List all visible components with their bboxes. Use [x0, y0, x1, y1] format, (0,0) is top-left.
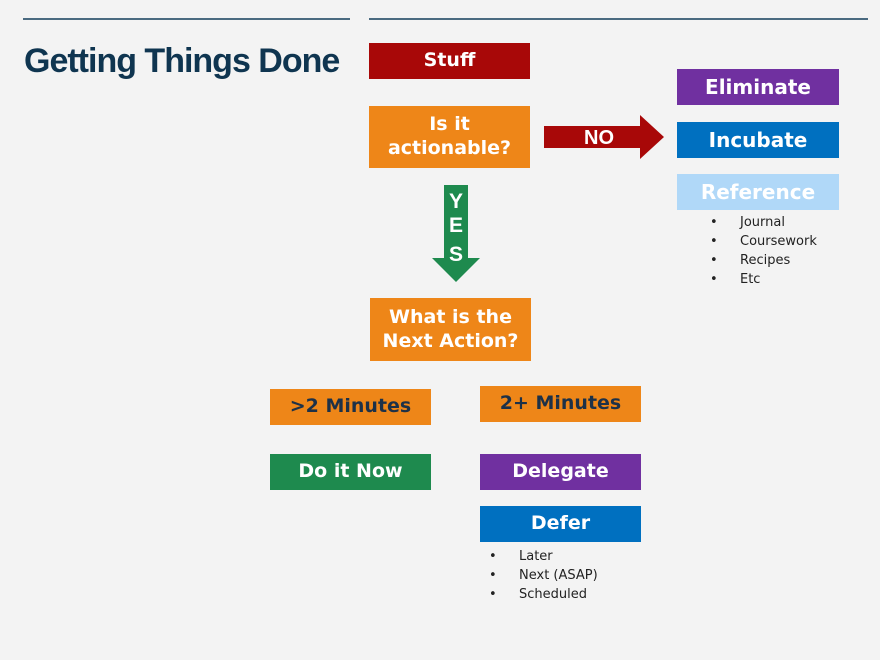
node-less-than-2-minutes: >2 Minutes	[270, 389, 431, 425]
node-is-actionable-line2: actionable?	[387, 137, 512, 159]
bullet-icon: •	[710, 272, 718, 287]
reference-list-item: • Etc	[710, 270, 817, 289]
node-stuff: Stuff	[369, 43, 530, 79]
node-incubate: Incubate	[677, 122, 839, 158]
node-reference: Reference	[677, 174, 839, 210]
node-is-actionable-line1: Is it	[429, 113, 470, 136]
bullet-icon: •	[710, 234, 718, 249]
reference-item-label: Recipes	[740, 253, 791, 268]
bullet-icon: •	[489, 568, 497, 583]
header-rule-left	[23, 18, 350, 20]
defer-item-label: Scheduled	[519, 587, 587, 602]
node-is-actionable: Is it actionable?	[369, 106, 530, 168]
node-do-it-now-label: Do it Now	[298, 460, 403, 483]
node-next-action-line2: Next Action?	[382, 329, 519, 352]
node-delegate: Delegate	[480, 454, 641, 490]
defer-list-item: • Later	[489, 547, 598, 566]
yes-arrow-letter-s: S	[449, 243, 463, 266]
reference-list-item: • Coursework	[710, 232, 817, 251]
yes-arrow-letter-y: Y	[449, 190, 463, 213]
reference-list: • Journal • Coursework • Recipes • Etc	[710, 213, 817, 289]
header-rule-right	[369, 18, 868, 20]
node-more-than-2-minutes: 2+ Minutes	[480, 386, 641, 422]
reference-item-label: Coursework	[740, 234, 817, 249]
yes-arrow: Y E S	[432, 185, 480, 282]
page-title: Getting Things Done	[24, 42, 340, 80]
defer-list: • Later • Next (ASAP) • Scheduled	[489, 547, 598, 604]
bullet-icon: •	[489, 549, 497, 564]
node-next-action: What is the Next Action?	[370, 298, 531, 361]
defer-list-item: • Next (ASAP)	[489, 566, 598, 585]
bullet-icon: •	[710, 215, 718, 230]
bullet-icon: •	[489, 587, 497, 602]
reference-list-item: • Recipes	[710, 251, 817, 270]
bullet-icon: •	[710, 253, 718, 268]
no-arrow-label: NO	[584, 127, 614, 149]
node-defer: Defer	[480, 506, 641, 542]
defer-item-label: Later	[519, 549, 553, 564]
node-next-action-line1: What is the	[389, 305, 512, 328]
yes-arrow-letter-e: E	[449, 214, 463, 237]
reference-list-item: • Journal	[710, 213, 817, 232]
node-defer-label: Defer	[530, 512, 591, 535]
reference-item-label: Journal	[740, 215, 785, 230]
node-more-than-2-minutes-label: 2+ Minutes	[499, 392, 622, 415]
node-reference-label: Reference	[700, 179, 816, 204]
node-do-it-now: Do it Now	[270, 454, 431, 490]
node-incubate-label: Incubate	[708, 127, 808, 152]
node-stuff-label: Stuff	[423, 49, 476, 72]
defer-item-label: Next (ASAP)	[519, 568, 598, 583]
no-arrow: NO	[544, 115, 664, 159]
node-delegate-label: Delegate	[512, 460, 609, 483]
node-eliminate: Eliminate	[677, 69, 839, 105]
node-less-than-2-minutes-label: >2 Minutes	[289, 395, 412, 418]
defer-list-item: • Scheduled	[489, 585, 598, 604]
node-eliminate-label: Eliminate	[705, 74, 811, 99]
reference-item-label: Etc	[740, 272, 761, 287]
